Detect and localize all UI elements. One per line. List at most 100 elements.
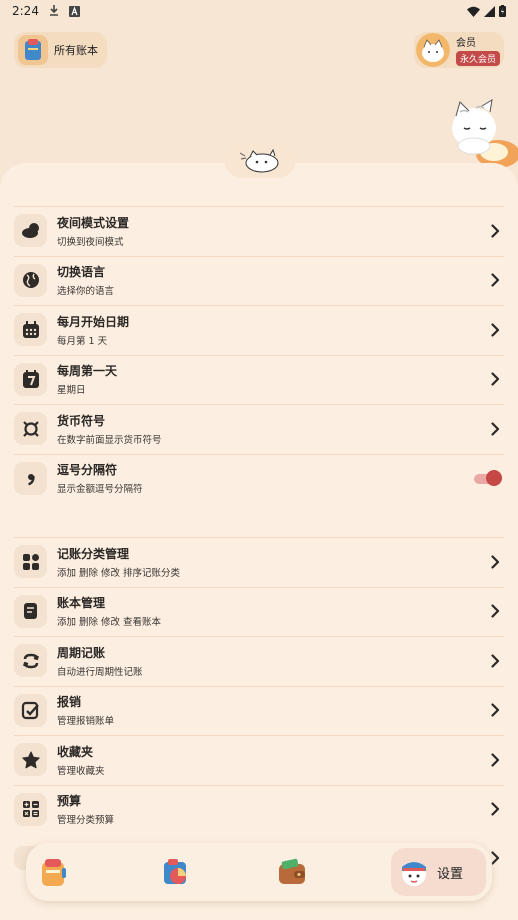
divider — [14, 453, 504, 455]
ledger-icon — [23, 603, 37, 620]
row-subtitle: 自动进行周期性记账 — [57, 666, 143, 678]
reimburse-icon — [21, 702, 39, 720]
comma-separator-row: 逗号分隔符 显示金额逗号分隔符 — [0, 453, 518, 504]
chevron-right-icon — [491, 224, 500, 238]
wallet-icon — [279, 858, 305, 884]
row-title: 收藏夹 — [57, 744, 94, 759]
chevron-right-icon — [491, 703, 500, 717]
currency-icon — [22, 420, 39, 437]
chevron-right-icon — [491, 555, 500, 569]
chevron-right-icon — [491, 422, 500, 436]
ledger-management-row[interactable]: 账本管理 添加 删除 修改 查看账本 — [0, 586, 518, 637]
sleeping-cat-icon — [452, 99, 518, 168]
divider — [14, 305, 504, 306]
row-title: 每周第一天 — [57, 364, 118, 379]
night-mode-row[interactable]: 夜间模式设置 切换到夜间模式 — [0, 206, 518, 256]
nav-settings-label: 设置 — [437, 866, 464, 882]
row-title: 周期记账 — [57, 645, 106, 660]
row-subtitle: 每月第 1 天 — [57, 335, 108, 347]
row-title: 账本管理 — [57, 596, 106, 611]
chevron-right-icon — [491, 604, 500, 618]
cloud-moon-icon — [21, 222, 39, 238]
divider — [14, 586, 504, 588]
month-start-row[interactable]: 每月开始日期 每月第 1 天 — [0, 305, 518, 355]
vip-badge: 永久会员 — [456, 51, 501, 66]
vip-button[interactable]: 会员 永久会员 — [414, 32, 504, 68]
chevron-right-icon — [491, 851, 500, 865]
signal-icon — [484, 5, 495, 17]
chevron-right-icon — [491, 753, 500, 767]
row-subtitle: 管理收藏夹 — [57, 765, 105, 777]
comma-separator-toggle[interactable] — [472, 470, 502, 487]
text-a-icon — [68, 5, 80, 17]
battery-icon — [499, 5, 506, 17]
chart-book-icon — [164, 859, 186, 884]
chevron-right-icon — [491, 802, 500, 816]
cat-avatar-icon — [416, 33, 450, 67]
divider — [14, 206, 504, 207]
currency-symbol-row[interactable]: 货币符号 在数字前面显示货币符号 — [0, 404, 518, 454]
row-title: 记账分类管理 — [57, 546, 130, 561]
bottom-nav: 设置 — [26, 843, 492, 901]
row-title: 报销 — [57, 695, 82, 710]
divider — [14, 537, 504, 538]
reimbursement-row[interactable]: 报销 管理报销账单 — [0, 685, 518, 736]
ledger-avatar-icon — [18, 35, 48, 65]
cat-face-icon — [239, 148, 279, 173]
row-title: 逗号分隔符 — [57, 463, 118, 478]
divider — [14, 735, 504, 736]
repeat-icon — [22, 653, 39, 668]
row-title: 货币符号 — [57, 413, 106, 428]
nav-statistics[interactable] — [156, 852, 196, 892]
divider — [14, 685, 504, 687]
all-accounts-button[interactable]: 所有账本 — [14, 32, 107, 68]
category-icon — [22, 553, 39, 570]
divider — [14, 636, 504, 637]
recurring-row[interactable]: 周期记账 自动进行周期性记账 — [0, 636, 518, 686]
row-subtitle: 添加 删除 修改 排序记账分类 — [57, 567, 181, 579]
status-time: 2:24 — [12, 4, 39, 18]
row-subtitle: 管理分类预算 — [57, 815, 115, 827]
row-subtitle: 添加 删除 修改 查看账本 — [57, 617, 162, 629]
week-start-row[interactable]: 每周第一天 星期日 — [0, 354, 518, 405]
row-title: 夜间模式设置 — [57, 215, 130, 230]
divider — [14, 255, 504, 257]
chevron-right-icon — [491, 323, 500, 337]
status-bar: 2:24 — [0, 0, 518, 22]
nav-wallet[interactable] — [272, 852, 312, 892]
sheet-cat-handle — [224, 142, 296, 178]
row-subtitle: 管理报销账单 — [57, 716, 115, 728]
wifi-icon — [467, 6, 480, 17]
vip-title: 会员 — [456, 38, 476, 49]
row-subtitle: 切换到夜间模式 — [57, 236, 124, 248]
chevron-right-icon — [491, 273, 500, 287]
chevron-right-icon — [491, 654, 500, 668]
nav-settings[interactable]: 设置 — [391, 848, 486, 896]
favorites-row[interactable]: 收藏夹 管理收藏夹 — [0, 735, 518, 785]
settings-cat-icon — [402, 862, 426, 886]
nav-ledger[interactable] — [34, 852, 74, 892]
star-icon — [21, 751, 40, 769]
row-title: 切换语言 — [57, 265, 106, 280]
row-subtitle: 显示金额逗号分隔符 — [57, 484, 143, 496]
divider — [14, 404, 504, 405]
category-management-row[interactable]: 记账分类管理 添加 删除 修改 排序记账分类 — [0, 537, 518, 587]
settings-list-management: 记账分类管理 添加 删除 修改 排序记账分类 账本管理 添加 删除 修改 查看账… — [0, 537, 518, 834]
globe-icon — [22, 272, 39, 289]
budget-row[interactable]: 预算 管理分类预算 — [0, 784, 518, 835]
row-subtitle: 星期日 — [57, 385, 86, 397]
divider — [14, 784, 504, 786]
row-subtitle: 在数字前面显示货币符号 — [57, 434, 162, 446]
comma-icon — [27, 474, 35, 486]
divider — [14, 354, 504, 356]
language-row[interactable]: 切换语言 选择你的语言 — [0, 255, 518, 306]
ledger-book-icon — [42, 859, 66, 886]
row-title: 每月开始日期 — [57, 314, 130, 329]
calendar-icon — [22, 320, 39, 338]
calculator-icon — [22, 801, 39, 818]
settings-list-general: 夜间模式设置 切换到夜间模式 切换语言 选择你的语言 每月开始日期 每月第 1 … — [0, 206, 518, 503]
chevron-right-icon — [491, 372, 500, 386]
calendar-7-icon — [22, 370, 39, 389]
download-icon — [49, 5, 58, 16]
row-subtitle: 选择你的语言 — [57, 286, 115, 298]
